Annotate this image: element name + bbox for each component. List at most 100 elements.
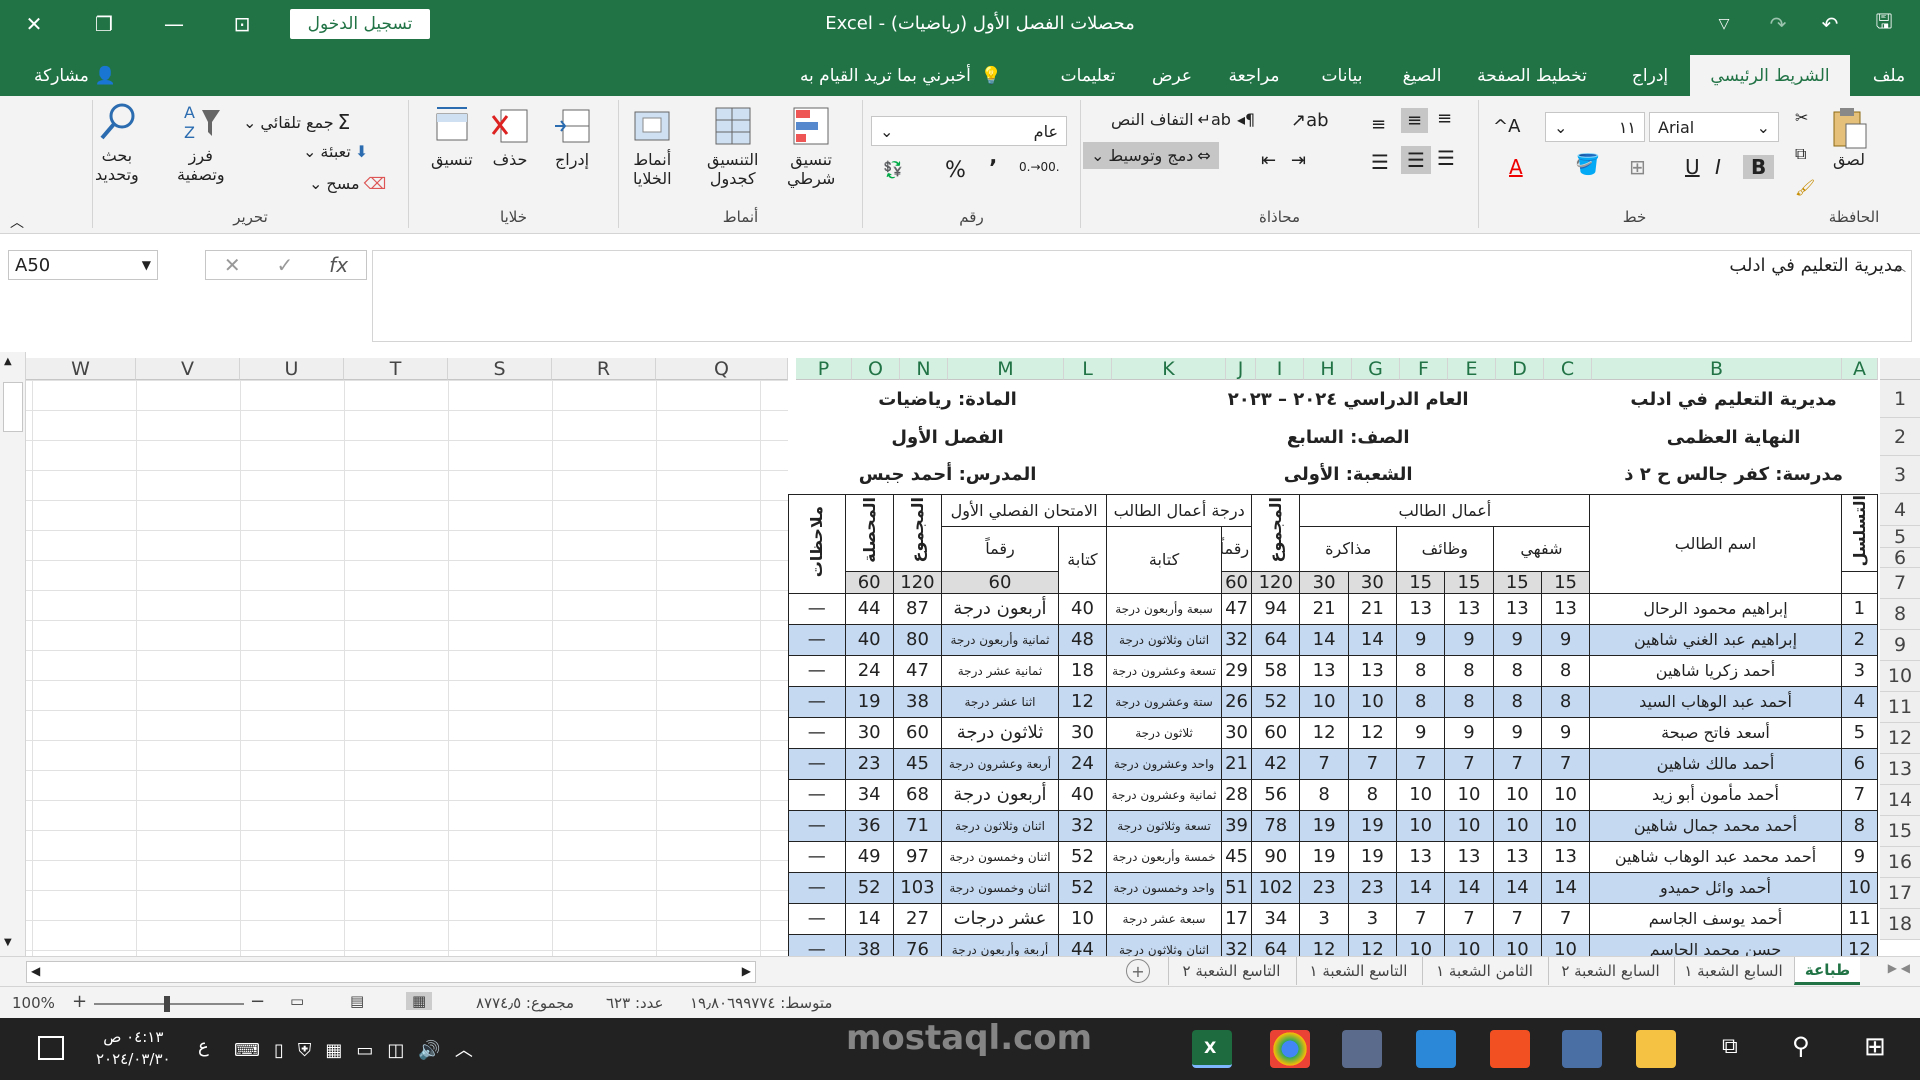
homework-cell[interactable]: 9: [1444, 623, 1494, 656]
column-header[interactable]: K: [1112, 358, 1226, 380]
oral-cell[interactable]: 13: [1492, 840, 1542, 873]
notes-cell[interactable]: —: [788, 778, 846, 811]
collapse-formula-icon[interactable]: ︿: [1894, 258, 1906, 275]
delete-cells-button[interactable]: حذف: [491, 106, 529, 169]
work-grade-num-cell[interactable]: 17: [1220, 902, 1253, 935]
oral-cell[interactable]: 7: [1540, 747, 1591, 780]
total-cell[interactable]: 102: [1251, 871, 1301, 904]
exam-num-cell[interactable]: 30: [1057, 716, 1108, 749]
row-header[interactable]: 8: [1880, 599, 1920, 630]
notes-cell[interactable]: —: [788, 623, 846, 656]
result-header[interactable]: المحصلة: [844, 493, 894, 572]
exam-num-cell[interactable]: 24: [1057, 747, 1108, 780]
written-header[interactable]: كتابة: [1057, 525, 1108, 594]
area-cell[interactable]: النهاية العظمى: [1590, 418, 1878, 456]
row-header[interactable]: 12: [1880, 723, 1920, 754]
exam-header[interactable]: الامتحان الفصلي الأول: [941, 493, 1108, 527]
page-layout-view-icon[interactable]: ▤: [350, 992, 364, 1010]
work-grade-text-cell[interactable]: واحد وخمسون درجة: [1106, 871, 1222, 904]
study-cell[interactable]: 3: [1299, 902, 1349, 935]
exam-num-cell[interactable]: 40: [1057, 778, 1108, 811]
bold-icon[interactable]: B: [1743, 155, 1775, 179]
work-grade-text-cell[interactable]: سبعة وأربعون درجة: [1106, 592, 1222, 625]
student-name-cell[interactable]: إبراهيم عبد الغني شاهين: [1589, 623, 1842, 656]
sheet-tab[interactable]: التاسع الشعبة ٢: [1168, 957, 1294, 985]
exam-num-cell[interactable]: 52: [1057, 871, 1108, 904]
collapse-ribbon-icon[interactable]: ︿: [10, 212, 24, 232]
homework-cell[interactable]: 10: [1396, 809, 1446, 842]
oral-cell[interactable]: 14: [1540, 871, 1591, 904]
study-cell[interactable]: 10: [1299, 685, 1349, 718]
oral-cell[interactable]: 9: [1492, 623, 1542, 656]
worksheet-grid[interactable]: ▲ ▼ W V U T S R Q A B C D E F G H I J K …: [0, 352, 1920, 966]
work-grade-num-cell[interactable]: 47: [1220, 592, 1253, 625]
work-grade-num-cell[interactable]: 30: [1220, 716, 1253, 749]
homework-cell[interactable]: 7: [1396, 747, 1446, 780]
empty-cells[interactable]: [26, 380, 788, 956]
wrap-text-button[interactable]: ab↵ التفاف النص: [1111, 110, 1231, 129]
row-header[interactable]: 11: [1880, 692, 1920, 723]
result-cell[interactable]: 24: [844, 654, 894, 687]
max-cell[interactable]: 30: [1347, 570, 1398, 594]
select-all-corner[interactable]: [1880, 358, 1920, 380]
result-cell[interactable]: 40: [844, 623, 894, 656]
max-cell[interactable]: 60: [844, 570, 894, 594]
serial-cell[interactable]: 4: [1840, 685, 1879, 718]
homework-cell[interactable]: 9: [1396, 716, 1446, 749]
sheet-tab[interactable]: السابع الشعبة ١: [1674, 957, 1792, 985]
work-grade-header[interactable]: درجة أعمال الطالب: [1106, 493, 1253, 527]
tab-page-layout[interactable]: تخطيط الصفحة: [1462, 55, 1602, 96]
directorate-cell[interactable]: مديرية التعليم في ادلب: [1590, 380, 1878, 418]
notes-cell[interactable]: —: [788, 685, 846, 718]
name-box[interactable]: A50 ▼: [8, 250, 158, 280]
row-header[interactable]: 17: [1880, 878, 1920, 909]
exam-num-cell[interactable]: 32: [1057, 809, 1108, 842]
exam-text-cell[interactable]: ثمانية عشر درجة: [941, 654, 1059, 687]
homework-cell[interactable]: 10: [1396, 778, 1446, 811]
oral-cell[interactable]: 14: [1492, 871, 1542, 904]
store-icon[interactable]: [1490, 1030, 1530, 1068]
study-cell[interactable]: 19: [1299, 809, 1349, 842]
column-header[interactable]: M: [948, 358, 1064, 380]
serial-cell[interactable]: 11: [1840, 902, 1879, 935]
exam-text-cell[interactable]: أربعون درجة: [941, 592, 1059, 625]
total-cell[interactable]: 60: [1251, 716, 1301, 749]
column-header[interactable]: L: [1064, 358, 1112, 380]
clock[interactable]: ٠٤:١٣ ص ٢٠٢٤/٠٣/٣٠: [96, 1026, 171, 1070]
student-name-cell[interactable]: أحمد يوسف الجاسم: [1589, 902, 1842, 935]
study-cell[interactable]: 21: [1347, 592, 1398, 625]
max-cell[interactable]: 15: [1444, 570, 1494, 594]
notes-cell[interactable]: —: [788, 716, 846, 749]
exam-num-cell[interactable]: 48: [1057, 623, 1108, 656]
fill-color-icon[interactable]: 🪣: [1575, 152, 1600, 176]
italic-icon[interactable]: I: [1715, 155, 1721, 179]
total2-cell[interactable]: 97: [892, 840, 943, 873]
serial-header[interactable]: التسلسل: [1840, 493, 1879, 572]
sign-in-button[interactable]: تسجيل الدخول: [290, 9, 430, 39]
serial-cell[interactable]: 2: [1840, 623, 1879, 656]
student-name-cell[interactable]: أحمد مالك شاهين: [1589, 747, 1842, 780]
study-cell[interactable]: 14: [1299, 623, 1349, 656]
student-name-cell[interactable]: أسعد فاتح صبحة: [1589, 716, 1842, 749]
homework-cell[interactable]: 14: [1396, 871, 1446, 904]
exam-text-cell[interactable]: عشر درجات: [941, 902, 1059, 935]
column-header[interactable]: Q: [656, 358, 788, 380]
notes-header[interactable]: ملاحظات: [788, 493, 846, 594]
notifications-icon[interactable]: [38, 1036, 64, 1060]
exam-num-cell[interactable]: 52: [1057, 840, 1108, 873]
ribbon-display-icon[interactable]: ⊡: [218, 0, 266, 47]
work-grade-text-cell[interactable]: خمسة وأربعون درجة: [1106, 840, 1222, 873]
column-header[interactable]: R: [552, 358, 656, 380]
column-header[interactable]: O: [852, 358, 900, 380]
language-indicator[interactable]: ع: [198, 1036, 209, 1057]
homework-cell[interactable]: 13: [1444, 840, 1494, 873]
font-size-select[interactable]: ⌄ ١١: [1545, 112, 1645, 142]
total2-cell[interactable]: 45: [892, 747, 943, 780]
enter-icon[interactable]: ✓: [277, 253, 294, 277]
oral-cell[interactable]: 9: [1540, 623, 1591, 656]
redo-icon[interactable]: ↷: [1754, 0, 1802, 47]
work-grade-num-cell[interactable]: 39: [1220, 809, 1253, 842]
max-cell[interactable]: 120: [1251, 570, 1301, 594]
add-sheet-icon[interactable]: +: [1126, 959, 1150, 983]
merge-center-button[interactable]: ⇔ دمج وتوسيط ⌄: [1083, 142, 1219, 169]
